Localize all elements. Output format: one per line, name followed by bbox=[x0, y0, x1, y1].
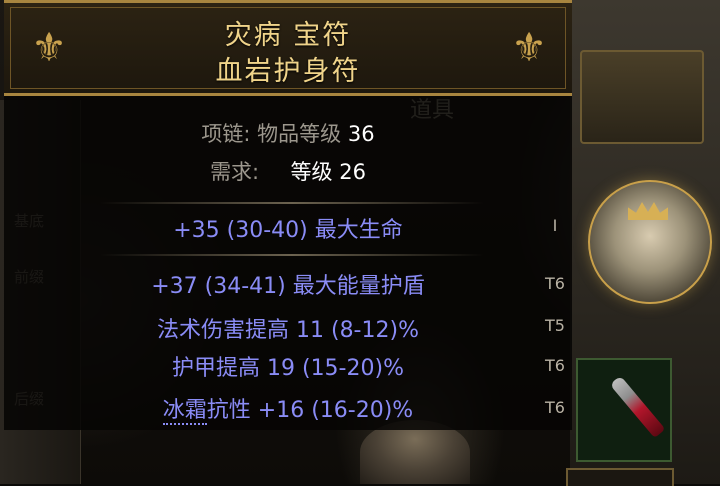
divider bbox=[100, 254, 484, 256]
amulet-slot[interactable] bbox=[576, 358, 672, 462]
resistance-text: 抗性 +16 (16-20)% bbox=[206, 398, 414, 423]
explicit-mod-resistance: 冰霜抗性 +16 (16-20)% bbox=[4, 392, 572, 425]
item-level-value: 36 bbox=[347, 122, 375, 146]
explicit-mod: 护甲提高 19 (15-20)% bbox=[172, 356, 404, 381]
requirements-row: 需求: 等级 26 bbox=[4, 156, 572, 186]
tooltip-header: ⚜ ⚜ 灾病 宝符 血岩护身符 bbox=[4, 0, 572, 96]
item-unique-name: 血岩护身符 bbox=[215, 56, 361, 87]
explicit-mod: 法术伤害提高 11 (8-12)% bbox=[157, 318, 419, 343]
mod-tier: T6 bbox=[545, 274, 565, 293]
mod-tier: T6 bbox=[545, 398, 565, 417]
item-tooltip: ⚜ ⚜ 灾病 宝符 血岩护身符 项链: 物品等级 36 需求: 等级 26 +3… bbox=[4, 0, 572, 430]
requires-label: 需求: bbox=[210, 160, 260, 184]
bottom-slot[interactable] bbox=[566, 468, 674, 486]
divider bbox=[100, 202, 484, 204]
item-level-label: 项链: 物品等级 bbox=[201, 122, 342, 146]
queen-portrait[interactable] bbox=[588, 180, 712, 304]
mod-tier: T6 bbox=[545, 356, 565, 375]
requires-level-value: 26 bbox=[339, 160, 366, 184]
item-level-row: 项链: 物品等级 36 bbox=[4, 118, 572, 148]
requires-level-label: 等级 bbox=[290, 160, 333, 184]
cold-keyword[interactable]: 冰霜 bbox=[162, 398, 207, 425]
item-base-name: 灾病 宝符 bbox=[224, 20, 352, 51]
ornate-frame bbox=[580, 50, 704, 144]
explicit-mod: +37 (34-41) 最大能量护盾 bbox=[151, 274, 425, 299]
implicit-mod: +35 (30-40) 最大生命 bbox=[173, 218, 403, 243]
mod-tier: T5 bbox=[545, 316, 565, 335]
implicit-tier: I bbox=[552, 216, 558, 235]
